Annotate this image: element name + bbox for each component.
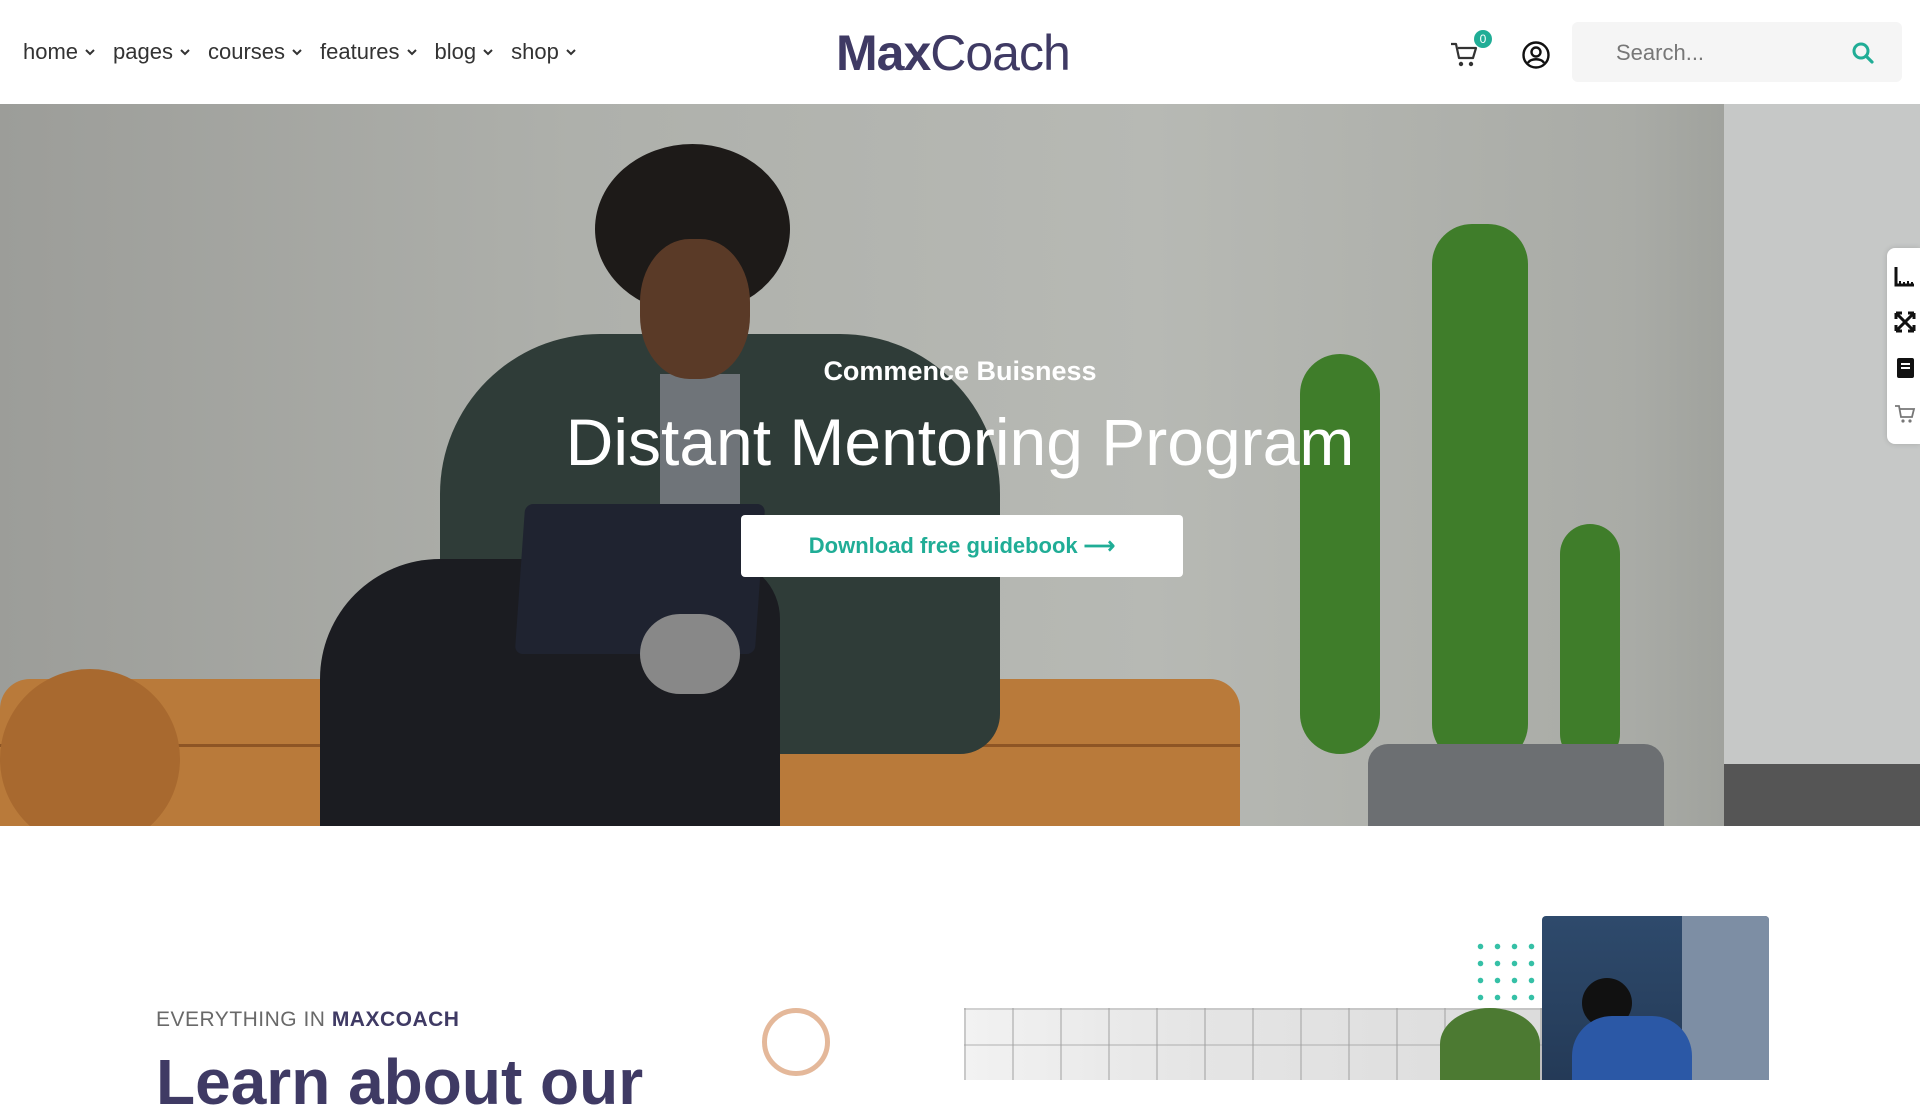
nav-item-home[interactable]: home — [23, 39, 96, 65]
plant-image — [1440, 1008, 1540, 1080]
eyebrow-prefix: EVERYTHING IN — [156, 1008, 332, 1031]
hero-bg-floor — [1724, 764, 1920, 826]
nav-label: blog — [434, 39, 477, 64]
chevron-down-icon — [292, 49, 302, 56]
nav-label: shop — [511, 39, 559, 64]
hero-banner: Commence Buisness Distant Mentoring Prog… — [0, 104, 1920, 826]
site-header: home pages courses features blog shop Ma… — [0, 0, 1920, 104]
side-toolbar — [1887, 248, 1920, 444]
download-guidebook-label: Download free guidebook — [808, 533, 1078, 558]
portrait-body — [1572, 1016, 1692, 1080]
decorative-circle — [762, 1008, 830, 1076]
cart-icon[interactable] — [1893, 402, 1917, 426]
section-eyebrow: EVERYTHING IN MAXCOACH — [156, 1008, 459, 1032]
user-account-icon[interactable] — [1521, 40, 1551, 70]
fullscreen-icon[interactable] — [1893, 310, 1917, 334]
nav-label: features — [320, 39, 400, 64]
nav-label: courses — [208, 39, 286, 64]
chevron-down-icon — [85, 49, 95, 56]
chevron-down-icon — [483, 49, 493, 56]
nav-label: pages — [113, 39, 173, 64]
nav-item-courses[interactable]: courses — [208, 39, 303, 65]
nav-item-blog[interactable]: blog — [435, 39, 495, 65]
logo-part-max: Max — [836, 25, 931, 81]
hero-plant-pot — [1368, 744, 1664, 826]
nav-item-features[interactable]: features — [320, 39, 418, 65]
search-icon[interactable] — [1850, 40, 1876, 66]
chevron-down-icon — [180, 49, 190, 56]
search-box — [1572, 22, 1902, 84]
ruler-icon[interactable] — [1893, 264, 1917, 288]
search-input[interactable] — [1614, 22, 1838, 84]
logo-part-coach: Coach — [930, 25, 1071, 81]
hero-shoe — [640, 614, 740, 694]
section-heading: Learn about our — [156, 1046, 644, 1118]
book-icon[interactable] — [1893, 356, 1917, 380]
chevron-down-icon — [566, 49, 576, 56]
nav-label: home — [23, 39, 79, 64]
site-logo[interactable]: MaxCoach — [836, 24, 1071, 82]
nav-item-shop[interactable]: shop — [511, 39, 577, 65]
hero-title: Distant Mentoring Program — [565, 405, 1355, 479]
hero-cactus-right — [1560, 524, 1620, 764]
nav-item-pages[interactable]: pages — [113, 39, 191, 65]
arrow-right-icon: ⟶ — [1083, 533, 1116, 558]
hero-subtitle: Commence Buisness — [823, 356, 1097, 386]
woman-portrait-image — [1542, 916, 1769, 1080]
hero-cactus-main — [1432, 224, 1528, 764]
main-nav: home pages courses features blog shop — [23, 0, 594, 104]
eyebrow-brand: MAXCOACH — [331, 1008, 460, 1031]
chevron-down-icon — [406, 49, 417, 56]
download-guidebook-button[interactable]: Download free guidebook ⟶ — [741, 515, 1183, 577]
decorative-dots — [1472, 938, 1542, 1008]
portrait-bg-door — [1682, 916, 1769, 1080]
cart-count-badge: 0 — [1474, 30, 1492, 48]
